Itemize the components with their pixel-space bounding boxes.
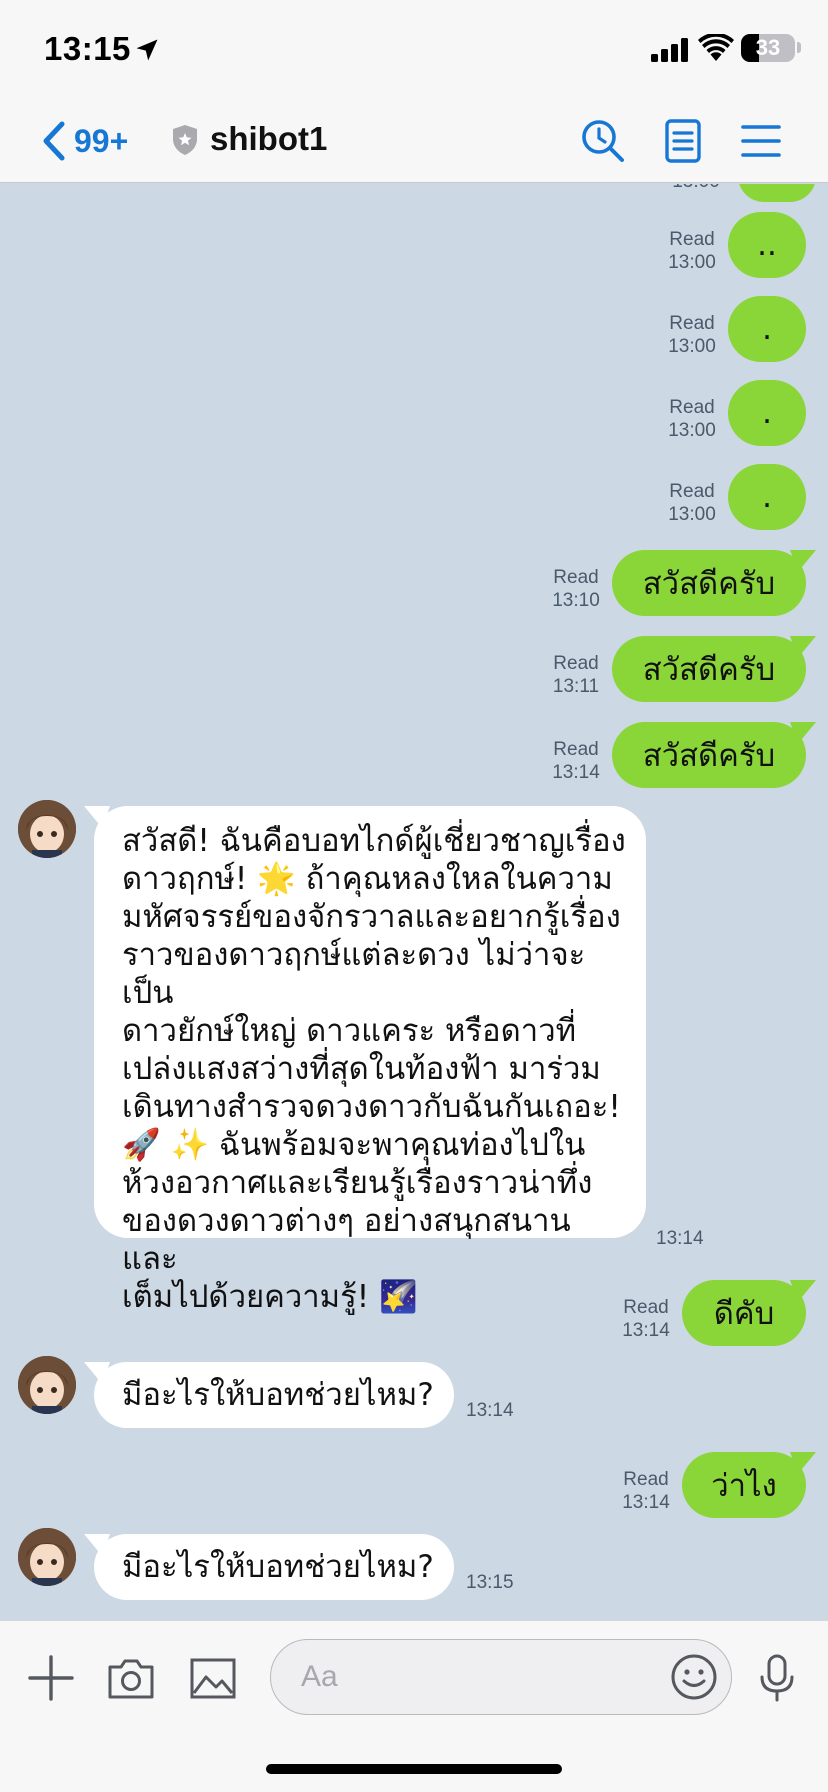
- read-receipt: Read 13:00: [652, 312, 732, 358]
- message-line: ห้วงอวกาศและเรียนรู้เรื่องราวน่าทึ่ง: [122, 1165, 593, 1201]
- back-chevron-icon: [43, 121, 65, 161]
- read-status: Read: [669, 313, 715, 334]
- outgoing-message[interactable]: .: [728, 296, 806, 362]
- message-line: 🚀 ✨ ฉันพร้อมจะพาคุณท่องไปใน: [122, 1127, 586, 1163]
- read-status: Read: [553, 739, 599, 760]
- message-time: 13:14: [622, 1492, 670, 1513]
- read-status: Read: [553, 653, 599, 674]
- location-arrow-icon: [136, 39, 158, 61]
- cellular-signal-icon: [651, 38, 688, 62]
- read-receipt: Read 13:14: [536, 738, 616, 784]
- message-time: 13:00: [668, 336, 716, 357]
- search-icon[interactable]: [580, 118, 626, 164]
- chat-title: shibot1: [210, 120, 328, 157]
- outgoing-message[interactable]: สวัสดีครับ: [612, 636, 806, 702]
- home-indicator[interactable]: [266, 1764, 562, 1774]
- incoming-message[interactable]: มีอะไรให้บอทช่วยไหม?: [94, 1534, 454, 1600]
- battery-cap: [797, 42, 801, 53]
- read-status: Read: [669, 397, 715, 418]
- read-receipt: Read 13:00: [652, 396, 732, 442]
- message-time: 13:14: [552, 762, 600, 783]
- message-time: 13:00: [668, 420, 716, 441]
- outgoing-message[interactable]: ดีคับ: [682, 1280, 806, 1346]
- emoji-icon[interactable]: [669, 1652, 719, 1702]
- read-status: Read: [553, 567, 599, 588]
- plus-icon[interactable]: [26, 1653, 76, 1703]
- read-receipt: Read 13:14: [606, 1296, 686, 1342]
- battery-percent: 33: [755, 35, 781, 60]
- read-receipt: Read 13:00: [652, 228, 732, 274]
- bot-avatar-image: [18, 1528, 76, 1586]
- read-receipt: Read 13:10: [536, 566, 616, 612]
- incoming-message[interactable]: สวัสดี! ฉันคือบอทไกด์ผู้เชี่ยวชาญเรื่อง …: [94, 806, 646, 1315]
- notes-icon[interactable]: [660, 118, 706, 164]
- outgoing-message[interactable]: ว่าไง: [682, 1452, 806, 1518]
- read-status: Read: [669, 229, 715, 250]
- back-button[interactable]: 99+: [40, 118, 128, 164]
- battery-icon: 33: [741, 34, 795, 62]
- avatar[interactable]: [18, 800, 76, 858]
- outgoing-message[interactable]: .: [728, 464, 806, 530]
- message-time: 13:10: [552, 590, 600, 611]
- message-time: 13:00: [666, 184, 726, 193]
- message-line: เดินทางสำรวจดวงดาวกับฉันกันเถอะ!: [122, 1089, 621, 1125]
- message-line: สวัสดี! ฉันคือบอทไกด์ผู้เชี่ยวชาญเรื่อง: [122, 823, 626, 859]
- read-receipt: Read 13:14: [606, 1468, 686, 1514]
- message-time: 13:14: [656, 1228, 704, 1249]
- chat-area[interactable]: 13:00 Read 13:00 .. Read 13:00 . Read 13…: [0, 184, 828, 1620]
- read-receipt: Read 13:11: [536, 652, 616, 698]
- read-status: Read: [623, 1469, 669, 1490]
- message-input[interactable]: [301, 1640, 601, 1714]
- outgoing-message[interactable]: สวัสดีครับ: [612, 722, 806, 788]
- status-time: 13:15: [44, 30, 131, 67]
- outgoing-message[interactable]: สวัสดีครับ: [612, 550, 806, 616]
- message-bubble-partial[interactable]: [738, 184, 816, 202]
- message-time: 13:00: [668, 504, 716, 525]
- wifi-icon: [698, 34, 734, 61]
- message-line: ดาวยักษ์ใหญ่ ดาวแคระ หรือดาวที่: [122, 1013, 577, 1049]
- message-line: ดาวฤกษ์! 🌟 ถ้าคุณหลงใหลในความ: [122, 861, 613, 897]
- shield-icon: [173, 125, 197, 155]
- camera-icon[interactable]: [106, 1653, 156, 1703]
- image-icon[interactable]: [188, 1653, 238, 1703]
- message-time: 13:14: [466, 1400, 514, 1421]
- outgoing-message[interactable]: .: [728, 380, 806, 446]
- incoming-message[interactable]: มีอะไรให้บอทช่วยไหม?: [94, 1362, 454, 1428]
- chat-header: 99+ shibot1: [0, 100, 828, 183]
- microphone-icon[interactable]: [752, 1653, 802, 1703]
- message-time: 13:14: [622, 1320, 670, 1341]
- bot-avatar-image: [18, 1356, 76, 1414]
- message-time: 13:11: [552, 676, 600, 697]
- status-bar: 13:15 33: [0, 0, 828, 100]
- message-time: 13:00: [668, 252, 716, 273]
- read-receipt: Read 13:00: [652, 480, 732, 526]
- message-time: 13:15: [466, 1572, 514, 1593]
- bot-avatar-image: [18, 800, 76, 858]
- message-line: เปล่งแสงสว่างที่สุดในท้องฟ้า มาร่วม: [122, 1051, 601, 1087]
- message-input-container[interactable]: [270, 1639, 732, 1715]
- message-line: มหัศจรรย์ของจักรวาลและอยากรู้เรื่อง: [122, 899, 621, 935]
- read-status: Read: [623, 1297, 669, 1318]
- message-line: เต็มไปด้วยความรู้! 🌠: [122, 1279, 418, 1315]
- read-status: Read: [669, 481, 715, 502]
- outgoing-message[interactable]: ..: [728, 212, 806, 278]
- avatar[interactable]: [18, 1528, 76, 1586]
- message-line: ของดวงดาวต่างๆ อย่างสนุกสนานและ: [122, 1203, 571, 1277]
- message-line: ราวของดาวฤกษ์แต่ละดวง ไม่ว่าจะเป็น: [122, 937, 586, 1011]
- unread-count: 99+: [74, 122, 129, 159]
- avatar[interactable]: [18, 1356, 76, 1414]
- menu-icon[interactable]: [738, 118, 784, 164]
